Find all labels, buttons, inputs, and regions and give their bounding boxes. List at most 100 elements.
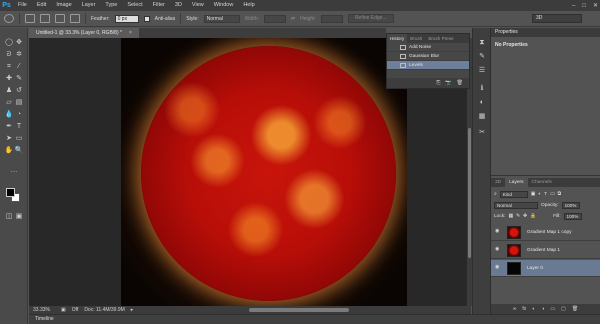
delete-state-icon[interactable]: 🗑 — [457, 80, 463, 86]
quick-mask-icon[interactable]: ◫ — [4, 212, 14, 222]
lock-image-icon[interactable]: ✎ — [516, 212, 520, 221]
foreground-color-swatch[interactable] — [6, 188, 15, 197]
tab-3d[interactable]: 3D — [491, 178, 505, 187]
eyedropper-tool-icon[interactable]: ⁄ — [14, 62, 24, 72]
presets-panel-icon[interactable]: ☰ — [477, 66, 487, 76]
eraser-tool-icon[interactable]: ▱ — [4, 98, 14, 108]
menu-file[interactable]: File — [13, 0, 32, 11]
refine-edge-button[interactable]: Refine Edge... — [347, 14, 394, 23]
layer-mask-icon[interactable]: ◐ — [532, 306, 535, 312]
lock-position-icon[interactable]: ✥ — [523, 212, 527, 221]
clone-stamp-icon[interactable]: ♟ — [4, 86, 14, 96]
layer-row[interactable]: ◉ Gradient Map 1 copy — [491, 224, 600, 241]
visibility-eye-icon[interactable]: ◉ — [495, 265, 501, 270]
menu-help[interactable]: Help — [238, 0, 259, 11]
document-tab[interactable]: Untitled-1 @ 33.3% (Layer 0, RGB/8) * × — [29, 28, 139, 38]
history-item[interactable]: Add Noise — [387, 43, 469, 52]
new-layer-icon[interactable]: ▢ — [561, 306, 566, 312]
document-canvas[interactable] — [121, 38, 407, 306]
menu-edit[interactable]: Edit — [32, 0, 51, 11]
path-selection-icon[interactable]: ➤ — [4, 134, 14, 144]
delete-layer-icon[interactable]: 🗑 — [572, 306, 578, 312]
marquee-tool-icon[interactable]: ◯ — [4, 38, 14, 48]
timeline-panel-tab[interactable]: Timeline — [29, 314, 600, 324]
crop-tool-icon[interactable]: ⌗ — [4, 62, 14, 72]
swatches-panel-icon[interactable]: ▦ — [477, 112, 487, 122]
brush-panel-icon[interactable]: ✎ — [477, 52, 487, 62]
fill-input[interactable]: 100% — [563, 213, 582, 220]
blend-mode-select[interactable]: Normal — [494, 202, 538, 209]
history-item-selected[interactable]: Levels — [387, 61, 469, 70]
pen-tool-icon[interactable]: ✒ — [4, 122, 14, 132]
menu-window[interactable]: Window — [209, 0, 239, 11]
adjustment-layer-icon[interactable]: ◑ — [541, 306, 544, 312]
menu-3d[interactable]: 3D — [170, 0, 187, 11]
properties-panel-title[interactable]: Properties — [491, 28, 600, 37]
history-panel-icon[interactable]: ⧗ — [477, 38, 487, 48]
opacity-input[interactable]: 100% — [561, 202, 580, 209]
brush-tool-icon[interactable]: ✎ — [14, 74, 24, 84]
maximize-button[interactable]: □ — [582, 3, 586, 9]
swap-icon[interactable]: ⇄ — [291, 16, 295, 22]
history-brush-icon[interactable]: ↺ — [14, 86, 24, 96]
intersect-selection-icon[interactable] — [70, 14, 80, 23]
menu-filter[interactable]: Filter — [148, 0, 170, 11]
adjustments-panel-icon[interactable]: ◐ — [477, 98, 487, 108]
visibility-eye-icon[interactable]: ◉ — [495, 247, 501, 252]
tab-brush-presets[interactable]: Brush Prese — [425, 34, 456, 43]
vertical-scroll-thumb[interactable] — [468, 128, 471, 258]
layer-style-icon[interactable]: fx — [522, 306, 526, 312]
filter-type-icon[interactable]: T — [544, 190, 547, 199]
zoom-tool-icon[interactable]: 🔍 — [14, 146, 24, 156]
shape-tool-icon[interactable]: ▭ — [14, 134, 24, 144]
menu-select[interactable]: Select — [122, 0, 147, 11]
filter-smart-object-icon[interactable]: ⧉ — [558, 190, 561, 199]
subtract-selection-icon[interactable] — [55, 14, 65, 23]
zoom-level[interactable]: 33.33% — [33, 307, 55, 313]
close-window-button[interactable]: ✕ — [593, 2, 598, 9]
more-tools-icon[interactable]: … — [9, 166, 19, 176]
move-tool-icon[interactable]: ✥ — [14, 38, 24, 48]
minimize-button[interactable]: – — [572, 3, 575, 9]
menu-image[interactable]: Image — [51, 0, 76, 11]
screen-mode-icon[interactable]: ▣ — [14, 212, 24, 222]
filter-adjustment-icon[interactable]: ◐ — [538, 190, 541, 199]
new-selection-icon[interactable] — [25, 14, 35, 23]
elliptical-marquee-icon[interactable] — [4, 14, 14, 23]
history-item[interactable]: Gaussian Blur — [387, 52, 469, 61]
type-tool-icon[interactable]: T — [14, 122, 24, 132]
filter-shape-icon[interactable]: ▭ — [550, 190, 555, 199]
antialias-checkbox[interactable] — [143, 15, 150, 22]
healing-brush-icon[interactable]: ✚ — [4, 74, 14, 84]
horizontal-scroll-thumb[interactable] — [249, 308, 349, 312]
hand-tool-icon[interactable]: ✋ — [4, 146, 14, 156]
status-menu-arrow[interactable]: ▸ — [131, 307, 134, 313]
gradient-tool-icon[interactable]: ▤ — [14, 98, 24, 108]
info-panel-icon[interactable]: ℹ — [477, 84, 487, 94]
lock-all-icon[interactable]: 🔒 — [530, 212, 536, 221]
magic-wand-tool-icon[interactable]: ✲ — [14, 50, 24, 60]
lock-transparent-icon[interactable]: ▦ — [508, 212, 513, 221]
visibility-eye-icon[interactable]: ◉ — [495, 229, 501, 234]
width-input[interactable] — [263, 14, 286, 23]
tab-brush[interactable]: Brush — [407, 34, 425, 43]
layer-row[interactable]: ◉ Gradient Map 1 — [491, 242, 600, 259]
blur-tool-icon[interactable]: 💧 — [4, 110, 14, 120]
feather-input[interactable]: 0 px — [114, 14, 139, 23]
height-input[interactable] — [320, 14, 343, 23]
tab-history[interactable]: History — [387, 34, 408, 43]
style-select[interactable]: Normal — [203, 14, 240, 23]
menu-layer[interactable]: Layer — [77, 0, 101, 11]
layer-row-selected[interactable]: ◉ Layer 0 — [491, 260, 600, 277]
link-layers-icon[interactable]: ∞ — [513, 306, 517, 312]
camera-snapshot-icon[interactable]: 📷 — [445, 80, 451, 86]
tools-panel-icon[interactable]: ✂ — [477, 128, 487, 138]
workspace-select[interactable]: 3D — [532, 14, 582, 23]
new-document-from-state-icon[interactable]: ⎘ — [436, 80, 440, 86]
menu-type[interactable]: Type — [100, 0, 122, 11]
layer-kind-select[interactable]: Kind — [499, 191, 528, 198]
close-document-icon[interactable]: × — [129, 28, 132, 38]
new-group-icon[interactable]: ▭ — [550, 306, 555, 312]
add-selection-icon[interactable] — [40, 14, 50, 23]
lasso-tool-icon[interactable]: ᘐ — [4, 50, 14, 60]
